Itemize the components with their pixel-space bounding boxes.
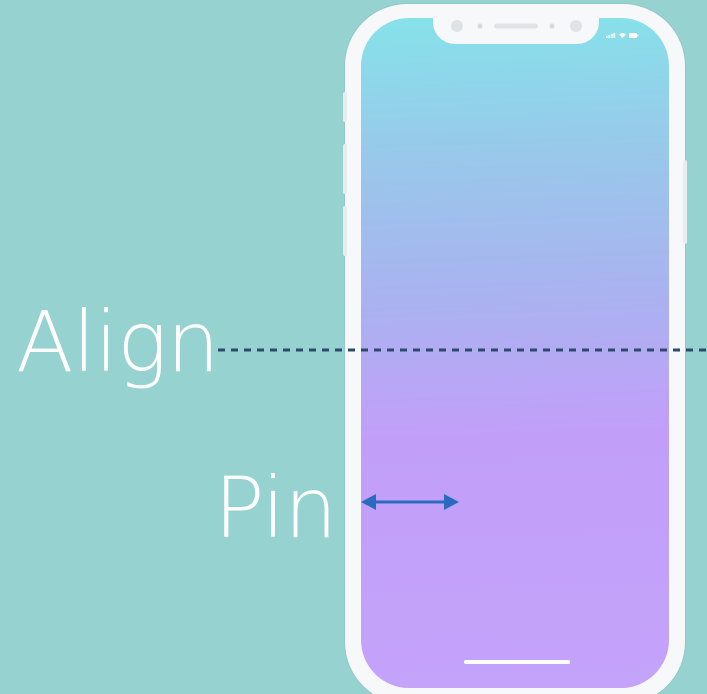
diagram-canvas: Align Pin (0, 0, 707, 694)
battery-icon (629, 33, 639, 38)
align-label: Align (16, 293, 220, 391)
speaker-grille-icon (494, 23, 538, 29)
pin-label: Pin (214, 459, 337, 557)
pin-double-arrow-icon (361, 494, 459, 510)
proximity-sensor-icon (477, 23, 483, 29)
signal-icon (606, 33, 616, 38)
ambient-light-sensor-icon (549, 23, 555, 29)
front-camera-icon (451, 20, 463, 32)
wifi-icon (619, 33, 626, 38)
face-id-sensor-icon (570, 20, 582, 32)
